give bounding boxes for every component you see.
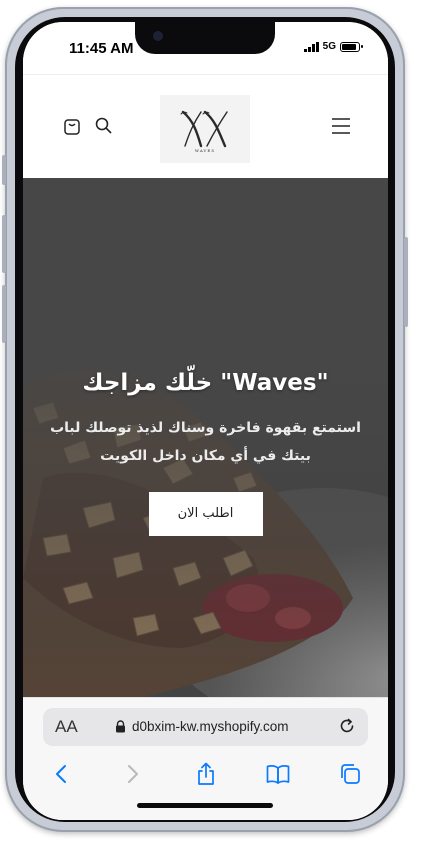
status-time: 11:45 AM — [69, 40, 134, 57]
volume-down-button — [2, 285, 6, 343]
hamburger-menu-icon — [332, 118, 350, 134]
hero-content: "Waves" خلّك مزاجك استمتع بقهوة فاخرة وس… — [23, 368, 388, 536]
lock-icon — [116, 720, 125, 733]
tabs-button[interactable] — [334, 760, 366, 788]
text-size-button[interactable]: AA — [55, 717, 78, 737]
bookmarks-book-icon — [266, 765, 290, 784]
forward-button[interactable] — [117, 760, 149, 788]
back-arrow-icon — [56, 765, 66, 783]
menu-button[interactable] — [330, 115, 352, 137]
logo-wordmark: WAVES — [194, 147, 216, 153]
phone-screen: 11:45 AM 5G WAVES "Waves" خلّك مزاجك است… — [23, 22, 388, 820]
back-button[interactable] — [45, 760, 77, 788]
brand-logo[interactable]: WAVES — [160, 95, 250, 163]
hero-description: استمتع بقهوة فاخرة وسناك لذيذ توصلك لباب… — [50, 420, 361, 464]
browser-toolbar: AA d0bxim-kw.myshopify.com — [23, 697, 388, 820]
status-bar: 11:45 AM 5G — [23, 22, 388, 74]
tabs-icon — [341, 764, 360, 784]
share-button[interactable] — [190, 760, 222, 788]
hero-banner: "Waves" خلّك مزاجك استمتع بقهوة فاخرة وس… — [23, 178, 388, 697]
search-icon — [95, 117, 112, 134]
bookmarks-button[interactable] — [262, 760, 294, 788]
hero-title: "Waves" خلّك مزاجك — [82, 370, 329, 396]
cart-button[interactable] — [61, 115, 83, 137]
shop-header: WAVES — [23, 74, 388, 178]
waves-logo-mark — [180, 110, 228, 147]
notch — [135, 22, 275, 54]
url-display[interactable]: d0bxim-kw.myshopify.com — [115, 719, 289, 734]
header-actions — [61, 115, 115, 137]
signal-bars-icon — [304, 41, 319, 52]
status-indicators: 5G — [304, 41, 363, 52]
battery-level — [342, 43, 357, 50]
address-bar[interactable]: AA d0bxim-kw.myshopify.com — [43, 708, 368, 746]
browser-nav-row — [23, 760, 388, 788]
order-now-button[interactable]: اطلب الان — [148, 492, 263, 536]
bag-icon — [64, 119, 80, 135]
front-camera — [153, 31, 163, 41]
reload-button[interactable] — [338, 717, 356, 739]
reload-icon — [340, 718, 354, 733]
url-text: d0bxim-kw.myshopify.com — [132, 719, 289, 734]
battery-icon — [340, 41, 363, 52]
share-icon — [197, 762, 214, 785]
mute-switch — [2, 155, 6, 185]
volume-up-button — [2, 215, 6, 273]
power-button — [404, 237, 408, 327]
home-indicator — [137, 803, 273, 808]
search-button[interactable] — [93, 115, 115, 137]
forward-arrow-icon — [128, 765, 139, 783]
network-type: 5G — [322, 41, 336, 52]
